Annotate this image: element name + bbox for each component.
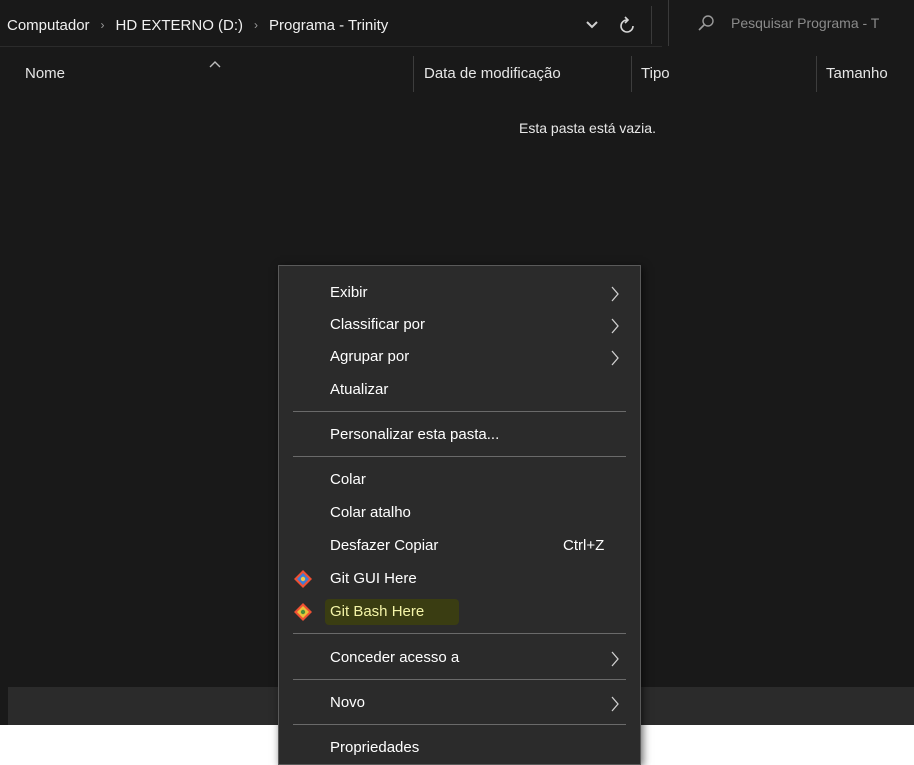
menu-item-colar-atalho[interactable]: Colar atalho (281, 497, 638, 529)
chevron-right-icon (611, 318, 619, 334)
menu-item-colar[interactable]: Colar (281, 464, 638, 496)
menu-item-conceder-acesso[interactable]: Conceder acesso a (281, 642, 638, 674)
column-divider[interactable] (631, 56, 632, 92)
column-divider[interactable] (816, 56, 817, 92)
menu-item-label: Agrupar por (330, 348, 410, 365)
menu-item-label: Git GUI Here (330, 570, 417, 587)
empty-folder-message: Esta pasta está vazia. (519, 120, 656, 136)
menu-item-personalizar-pasta[interactable]: Personalizar esta pasta... (281, 419, 638, 451)
git-icon (294, 570, 312, 588)
menu-item-label: Exibir (330, 284, 368, 301)
chevron-right-icon (611, 651, 619, 667)
chevron-right-icon[interactable]: › (101, 18, 105, 32)
menu-item-label: Atualizar (330, 381, 389, 398)
menu-item-git-bash-here[interactable]: Git Bash Here (281, 596, 638, 628)
git-icon (294, 603, 312, 621)
column-header-type[interactable]: Tipo (641, 65, 670, 82)
menu-item-label: Desfazer Copiar (330, 537, 439, 554)
menu-item-novo[interactable]: Novo (281, 687, 638, 719)
address-history-dropdown-button[interactable] (580, 14, 604, 36)
menu-item-exibir[interactable]: Exibir (281, 277, 638, 309)
search-icon (697, 14, 715, 32)
menu-item-agrupar-por[interactable]: Agrupar por (281, 341, 638, 373)
menu-separator (293, 724, 626, 725)
breadcrumb: Computador › HD EXTERNO (D:) › Programa … (5, 13, 390, 37)
refresh-icon (620, 16, 634, 33)
column-header-name[interactable]: Nome (25, 65, 65, 82)
menu-item-shortcut: Ctrl+Z (563, 537, 605, 554)
menu-item-label: Colar (330, 471, 366, 488)
menu-item-label: Colar atalho (330, 504, 411, 521)
breadcrumb-computador[interactable]: Computador (5, 17, 92, 34)
column-divider[interactable] (413, 56, 414, 92)
menu-item-propriedades[interactable]: Propriedades (281, 732, 638, 764)
menu-item-git-gui-here[interactable]: Git GUI Here (281, 563, 638, 595)
menu-item-desfazer-copiar[interactable]: Desfazer Copiar Ctrl+Z (281, 530, 638, 562)
search-input[interactable]: Pesquisar Programa - T (731, 15, 879, 31)
sort-ascending-icon (208, 56, 222, 68)
menu-separator (293, 456, 626, 457)
breadcrumb-current-folder[interactable]: Programa - Trinity (267, 17, 390, 34)
column-header-date-modified[interactable]: Data de modificação (424, 65, 561, 82)
menu-item-label: Novo (330, 694, 366, 711)
menu-separator (293, 411, 626, 412)
menu-separator (293, 679, 626, 680)
menu-item-label: Personalizar esta pasta... (330, 426, 500, 443)
search-box[interactable]: Pesquisar Programa - T (668, 0, 914, 46)
address-bar[interactable]: Computador › HD EXTERNO (D:) › Programa … (0, 0, 662, 47)
menu-item-label: Git Bash Here (330, 603, 425, 620)
breadcrumb-hd-externo[interactable]: HD EXTERNO (D:) (114, 17, 246, 34)
address-bar-divider (651, 6, 652, 44)
menu-item-label: Classificar por (330, 316, 426, 333)
menu-item-atualizar[interactable]: Atualizar (281, 374, 638, 406)
chevron-down-icon (586, 21, 598, 29)
refresh-button[interactable] (614, 12, 640, 38)
context-menu: Exibir Classificar por Agrupar por Atual… (278, 265, 641, 765)
menu-item-label: Conceder acesso a (330, 649, 460, 666)
column-headers: Nome Data de modificação Tipo Tamanho (0, 56, 914, 96)
column-header-size[interactable]: Tamanho (826, 65, 888, 82)
chevron-right-icon[interactable]: › (254, 18, 258, 32)
chevron-right-icon (611, 286, 619, 302)
chevron-right-icon (611, 350, 619, 366)
menu-item-label: Propriedades (330, 739, 420, 756)
chevron-right-icon (611, 696, 619, 712)
menu-item-classificar-por[interactable]: Classificar por (281, 309, 638, 341)
menu-separator (293, 633, 626, 634)
